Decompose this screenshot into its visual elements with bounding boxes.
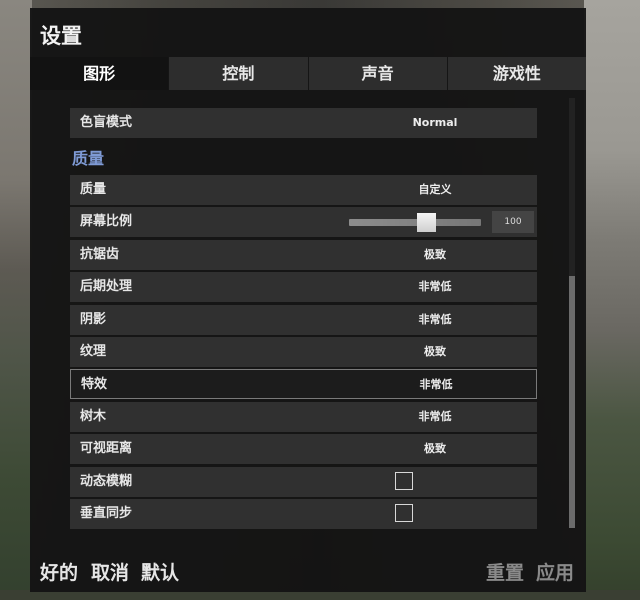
- graphics-settings-list: 色盲模式 Normal 质量 质量 自定义 屏幕比例 100 抗锯齿 极致 后期…: [70, 90, 538, 530]
- setting-value-dropdown[interactable]: 极致: [370, 434, 500, 464]
- setting-row-foliage[interactable]: 树木 非常低: [70, 402, 537, 432]
- settings-tabs: 图形 控制 声音 游戏性: [30, 57, 586, 90]
- setting-row-view-distance[interactable]: 可视距离 极致: [70, 434, 537, 464]
- background-scenery-right: [584, 0, 640, 600]
- tab-controls[interactable]: 控制: [168, 57, 308, 90]
- setting-row-screen-scale: 屏幕比例 100: [70, 207, 537, 237]
- apply-button[interactable]: 应用: [536, 560, 574, 586]
- setting-value-dropdown[interactable]: 非常低: [370, 305, 500, 335]
- screen-scale-slider-track[interactable]: [349, 219, 481, 226]
- setting-label: 动态模糊: [80, 474, 133, 489]
- setting-row-quality[interactable]: 质量 自定义: [70, 175, 537, 205]
- setting-row-motion-blur: 动态模糊: [70, 467, 537, 497]
- tab-gameplay[interactable]: 游戏性: [446, 57, 586, 90]
- setting-row-vsync: 垂直同步: [70, 499, 537, 529]
- cancel-button[interactable]: 取消: [91, 560, 129, 586]
- tab-graphics[interactable]: 图形: [30, 57, 169, 90]
- setting-row-colorblind-mode[interactable]: 色盲模式 Normal: [70, 108, 537, 138]
- setting-label: 屏幕比例: [80, 214, 133, 229]
- ok-button[interactable]: 好的: [40, 560, 78, 586]
- setting-label: 质量: [80, 182, 107, 197]
- setting-row-post-processing[interactable]: 后期处理 非常低: [70, 272, 537, 302]
- setting-label: 抗锯齿: [80, 247, 120, 262]
- motion-blur-checkbox[interactable]: [395, 472, 413, 490]
- setting-label: 树木: [80, 409, 107, 424]
- setting-value-dropdown[interactable]: 非常低: [370, 272, 500, 302]
- setting-row-shadows[interactable]: 阴影 非常低: [70, 305, 537, 335]
- screen-scale-slider-handle[interactable]: [417, 213, 437, 232]
- settings-title: 设置: [40, 24, 82, 48]
- setting-value-dropdown[interactable]: Normal: [370, 108, 500, 138]
- setting-label: 阴影: [80, 312, 107, 327]
- setting-label: 后期处理: [80, 279, 133, 294]
- setting-row-effects[interactable]: 特效 非常低: [70, 369, 537, 399]
- setting-label: 垂直同步: [80, 506, 133, 521]
- setting-label: 特效: [81, 377, 108, 392]
- setting-value-dropdown[interactable]: 非常低: [371, 370, 501, 400]
- vsync-checkbox[interactable]: [395, 504, 413, 522]
- default-button[interactable]: 默认: [141, 560, 179, 586]
- setting-value-dropdown[interactable]: 非常低: [370, 402, 500, 432]
- setting-label: 可视距离: [80, 441, 133, 456]
- setting-value-dropdown[interactable]: 极致: [370, 240, 500, 270]
- setting-row-anti-aliasing[interactable]: 抗锯齿 极致: [70, 240, 537, 270]
- background-scenery-left: [0, 0, 32, 600]
- screen-scale-value-input[interactable]: 100: [492, 211, 534, 233]
- settings-panel: 设置 图形 控制 声音 游戏性 色盲模式 Normal 质量 质量 自定义 屏幕…: [30, 8, 586, 592]
- setting-value-dropdown[interactable]: 极致: [370, 337, 500, 367]
- tab-sound[interactable]: 声音: [307, 57, 447, 90]
- setting-row-textures[interactable]: 纹理 极致: [70, 337, 537, 367]
- scrollbar-thumb[interactable]: [569, 276, 575, 528]
- setting-value-dropdown[interactable]: 自定义: [370, 175, 500, 205]
- setting-label: 纹理: [80, 344, 107, 359]
- setting-label: 色盲模式: [80, 115, 133, 130]
- settings-scrollbar[interactable]: [569, 98, 575, 528]
- reset-button[interactable]: 重置: [486, 560, 524, 586]
- section-title-quality: 质量: [72, 149, 105, 168]
